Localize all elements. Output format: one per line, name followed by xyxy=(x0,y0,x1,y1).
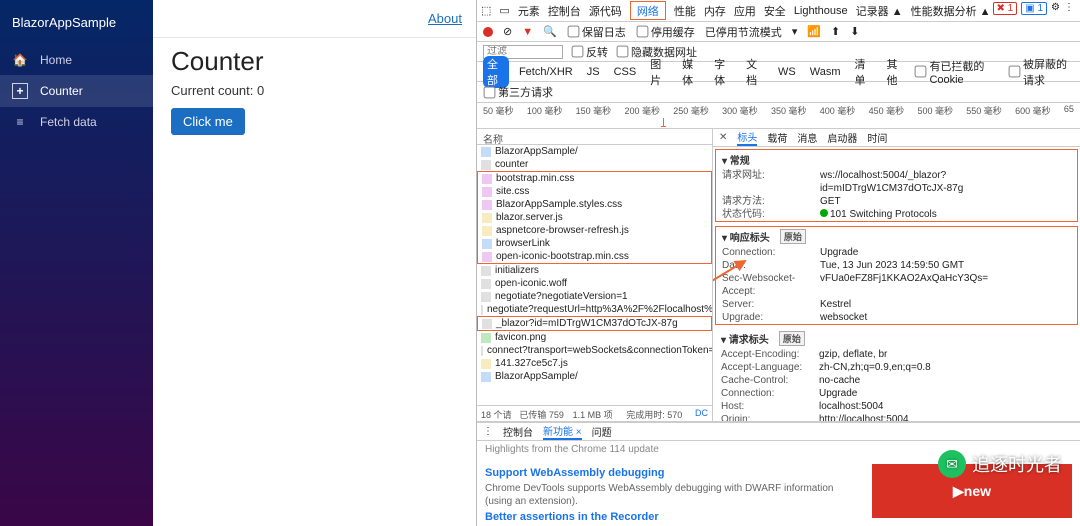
headers-panel: ✕ 标头 载荷 消息 启动器 时间 ▾ 常规 请求网址:ws://localho… xyxy=(713,129,1080,421)
record-icon[interactable] xyxy=(483,27,493,37)
name-column-header[interactable]: 名称 xyxy=(477,129,712,145)
tab-lighthouse[interactable]: Lighthouse xyxy=(794,5,848,17)
request-row[interactable]: BlazorAppSample.styles.css xyxy=(478,198,711,211)
plus-icon: + xyxy=(12,83,28,99)
request-row[interactable]: connect?transport=webSockets&connectionT… xyxy=(477,344,712,357)
hdr-tab-messages[interactable]: 消息 xyxy=(797,130,817,145)
filter-icon[interactable]: ▼ xyxy=(522,26,533,38)
request-row[interactable]: blazor.server.js xyxy=(478,211,711,224)
raw-toggle[interactable]: 原始 xyxy=(780,229,806,244)
pill-ws[interactable]: WS xyxy=(774,66,800,78)
chevron-down-icon[interactable]: ▾ xyxy=(792,25,798,38)
page-title: Counter xyxy=(171,46,458,77)
pill-js[interactable]: JS xyxy=(583,66,604,78)
click-me-button[interactable]: Click me xyxy=(171,108,245,135)
tab-performance[interactable]: 性能 xyxy=(674,3,696,19)
hdr-tab-initiator[interactable]: 启动器 xyxy=(827,130,857,145)
tab-elements[interactable]: 元素 xyxy=(518,3,540,19)
tab-sources[interactable]: 源代码 xyxy=(589,3,622,19)
request-row[interactable]: negotiate?requestUrl=http%3A%2F%2Flocalh… xyxy=(477,303,712,316)
disable-cache-checkbox[interactable]: 停用缓存 xyxy=(636,24,695,40)
network-toolbar: ⊘ ▼ 🔍 保留日志 停用缓存 已停用节流模式 ▾ 📶 ⬆ ⬇ xyxy=(477,22,1080,42)
request-row[interactable]: aspnetcore-browser-refresh.js xyxy=(478,224,711,237)
clear-icon[interactable]: ⊘ xyxy=(503,25,512,38)
response-headers-section: ▾ 响应标头原始 Connection:UpgradeDate:Tue, 13 … xyxy=(715,226,1078,325)
type-pills: 全部 Fetch/XHR JS CSS 图片 媒体 字体 文档 WS Wasm … xyxy=(477,62,1080,82)
request-row[interactable]: BlazorAppSample/ xyxy=(477,370,712,383)
request-row[interactable]: browserLink xyxy=(478,237,711,250)
hdr-tab-timing[interactable]: 时间 xyxy=(867,130,887,145)
request-headers-section: ▾ 请求标头原始 Accept-Encoding:gzip, deflate, … xyxy=(715,329,1078,421)
brand: BlazorAppSample xyxy=(0,0,153,45)
drawer-tab-whatsnew[interactable]: 新功能 × xyxy=(543,423,582,440)
current-count: Current count: 0 xyxy=(171,83,458,98)
upload-icon[interactable]: ⬆ xyxy=(831,25,840,38)
about-link[interactable]: About xyxy=(428,11,462,26)
drawer-h1: Support WebAssembly debugging xyxy=(485,467,860,479)
request-row[interactable]: site.css xyxy=(478,185,711,198)
timeline[interactable]: 50 毫秒100 毫秒150 毫秒200 毫秒250 毫秒300 毫秒350 毫… xyxy=(477,103,1080,129)
devtools: ✖ 1 ▣ 1 ⚙ ⋮ ⬚ ▭ 元素 控制台 源代码 网络 性能 内存 应用 安… xyxy=(476,0,1080,526)
nav-counter-label: Counter xyxy=(40,84,83,98)
watermark: ✉ 追逐时光者 xyxy=(938,450,1062,478)
sidebar: BlazorAppSample 🏠 Home + Counter ≡ Fetch… xyxy=(0,0,153,526)
request-row[interactable]: favicon.png xyxy=(477,331,712,344)
throttling-select[interactable]: 已停用节流模式 xyxy=(705,24,782,40)
nav-counter[interactable]: + Counter xyxy=(0,75,153,107)
hdr-tab-headers[interactable]: 标头 xyxy=(737,129,757,146)
tab-application[interactable]: 应用 xyxy=(734,3,756,19)
wifi-icon[interactable]: 📶 xyxy=(807,25,821,38)
tab-console[interactable]: 控制台 xyxy=(548,3,581,19)
error-badge[interactable]: ✖ 1 xyxy=(993,2,1018,15)
pill-css[interactable]: CSS xyxy=(610,66,641,78)
tab-recorder[interactable]: 记录器 ▲ xyxy=(856,3,903,19)
more-icon[interactable]: ⋮ xyxy=(1064,2,1074,15)
request-row[interactable]: negotiate?negotiateVersion=1 xyxy=(477,290,712,303)
drawer-tab-console[interactable]: 控制台 xyxy=(503,424,533,439)
nav-home-label: Home xyxy=(40,53,72,67)
pill-fetch[interactable]: Fetch/XHR xyxy=(515,66,577,78)
drawer-tab-issues[interactable]: 问题 xyxy=(592,424,612,439)
request-row[interactable]: open-iconic.woff xyxy=(477,277,712,290)
request-row[interactable]: counter xyxy=(477,158,712,171)
raw-toggle-2[interactable]: 原始 xyxy=(779,331,805,346)
wechat-icon: ✉ xyxy=(938,450,966,478)
nav-home[interactable]: 🏠 Home xyxy=(0,45,153,75)
third-party-checkbox[interactable]: 第三方请求 xyxy=(477,82,1080,103)
request-row[interactable]: _blazor?id=mIDTrgW1CM37dOTcJX-87g xyxy=(478,317,711,330)
tab-memory[interactable]: 内存 xyxy=(704,3,726,19)
inspect-icon[interactable]: ⬚ xyxy=(481,4,491,17)
status-badges: ✖ 1 ▣ 1 ⚙ ⋮ xyxy=(993,2,1075,15)
request-row[interactable]: bootstrap.min.css xyxy=(478,172,711,185)
hdr-tab-payload[interactable]: 载荷 xyxy=(767,130,787,145)
devtools-tabs: ⬚ ▭ 元素 控制台 源代码 网络 性能 内存 应用 安全 Lighthouse… xyxy=(477,0,1080,22)
network-footer: 18 个请求 已传输 759 kB 1.1 MB 项资源 完成用时: 570 毫… xyxy=(477,405,712,421)
info-badge[interactable]: ▣ 1 xyxy=(1021,2,1047,15)
nav-fetch[interactable]: ≡ Fetch data xyxy=(0,107,153,137)
list-icon: ≡ xyxy=(12,115,28,129)
request-row[interactable]: BlazorAppSample/ xyxy=(477,145,712,158)
network-list: 名称 BlazorAppSample/counterbootstrap.min.… xyxy=(477,129,713,421)
device-icon[interactable]: ▭ xyxy=(499,4,509,17)
tab-perf-insights[interactable]: 性能数据分析 ▲ xyxy=(911,3,991,19)
drawer-more-icon[interactable]: ⋮ xyxy=(483,426,493,437)
home-icon: 🏠 xyxy=(12,53,28,67)
settings-icon[interactable]: ⚙ xyxy=(1051,2,1060,15)
download-icon[interactable]: ⬇ xyxy=(850,25,859,38)
request-row[interactable]: initializers xyxy=(477,264,712,277)
nav-fetch-label: Fetch data xyxy=(40,115,97,129)
close-icon[interactable]: ✕ xyxy=(719,132,727,143)
request-row[interactable]: 141.327ce5c7.js xyxy=(477,357,712,370)
search-icon[interactable]: 🔍 xyxy=(543,25,557,38)
tab-security[interactable]: 安全 xyxy=(764,3,786,19)
drawer-p1: Chrome DevTools supports WebAssembly deb… xyxy=(485,482,860,508)
request-row[interactable]: open-iconic-bootstrap.min.css xyxy=(478,250,711,263)
drawer-h2: Better assertions in the Recorder xyxy=(485,511,860,523)
invert-checkbox[interactable]: 反转 xyxy=(571,44,608,60)
topbar: About xyxy=(153,0,476,38)
general-section: ▾ 常规 请求网址:ws://localhost:5004/_blazor?id… xyxy=(715,149,1078,222)
preserve-log-checkbox[interactable]: 保留日志 xyxy=(567,24,626,40)
tab-network[interactable]: 网络 xyxy=(630,1,666,20)
pill-wasm[interactable]: Wasm xyxy=(806,66,845,78)
